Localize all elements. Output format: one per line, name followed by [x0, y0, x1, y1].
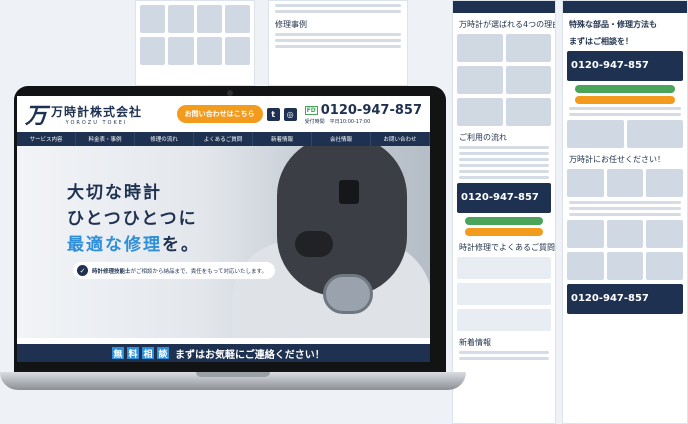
site-header: 万 万時計株式会社 YOROZU TOKEI お問い合わせはこちら t ◎ FD… [17, 96, 430, 132]
tagline-rest: がご相談から納品まで、責任をもって対応いたします。 [130, 268, 267, 275]
loupe-icon [339, 180, 359, 204]
band-text: まずはお気軽にご連絡ください！ [175, 349, 325, 361]
hero-line-3-rest: を。 [162, 235, 200, 255]
bg-page-column-3: 万時計が選ばれる4つの理由 ご利用の流れ 0120-947-857 時計修理でよ… [452, 0, 556, 424]
website-screen: 万 万時計株式会社 YOROZU TOKEI お問い合わせはこちら t ◎ FD… [17, 96, 430, 362]
bg-special-title: 特殊な部品・修理方法も [569, 20, 657, 29]
hero-tagline: ✓ 時計修理技能士がご相談から納品まで、責任をもって対応いたします。 [73, 262, 275, 279]
hero-line-1: 大切な時計 [67, 183, 162, 203]
bg-consult-title: まずはご相談を！ [569, 37, 633, 46]
watch-icon [323, 274, 373, 314]
bg-page-left [135, 0, 255, 86]
hero-photo-glove [295, 231, 333, 257]
bg-phone-banner: 0120-947-857 [457, 183, 551, 213]
bg-reasons-title: 万時計が選ばれる4つの理由 [459, 20, 556, 29]
bg-phone-banner-2: 0120-947-857 [567, 51, 683, 81]
bg-faq-title: 時計修理でよくあるご質問 [459, 243, 555, 252]
band-char-4: 談 [157, 347, 169, 360]
nav-faq[interactable]: よくあるご質問 [194, 132, 253, 146]
company-name-en: YOROZU TOKEI [65, 119, 128, 126]
freedial-icon: FD [304, 106, 318, 115]
phone-block[interactable]: FD 0120-947-857 受付時間 平日10:00-17:00 [304, 103, 422, 125]
company-name: 万時計株式会社 [51, 104, 143, 119]
instagram-icon[interactable]: ◎ [283, 107, 297, 121]
logo[interactable]: 万時計株式会社 YOROZU TOKEI [51, 103, 142, 126]
bg-news-title: 新着情報 [459, 338, 491, 347]
bg-page-mid: 修理事例 [268, 0, 408, 86]
band-char-1: 無 [112, 347, 124, 360]
bg-flow-title: ご利用の流れ [459, 133, 507, 142]
hero-line-3-highlight: 最適な修理 [67, 235, 162, 255]
laptop-base [0, 372, 466, 390]
nav-news[interactable]: 新着情報 [253, 132, 312, 146]
bg-phone-banner-3: 0120-947-857 [567, 284, 683, 314]
main-nav: サービス内容 料金表・事例 修理の流れ よくあるご質問 新着情報 会社情報 お問… [17, 132, 430, 146]
nav-flow[interactable]: 修理の流れ [135, 132, 194, 146]
business-hours: 受付時間 平日10:00-17:00 [304, 119, 371, 125]
band-char-2: 料 [127, 347, 139, 360]
contact-button[interactable]: お問い合わせはこちら [176, 105, 263, 123]
nav-company[interactable]: 会社情報 [312, 132, 371, 146]
nav-pricing[interactable]: 料金表・事例 [76, 132, 135, 146]
nav-services[interactable]: サービス内容 [17, 132, 76, 146]
hero-line-2: ひとつひとつに [67, 209, 198, 229]
tagline-bold: 時計修理技能士 [92, 268, 131, 275]
check-icon: ✓ [77, 265, 88, 276]
logo-icon[interactable]: 万 [25, 98, 47, 130]
hero-line-3: 最適な修理を。 [67, 230, 200, 255]
bg-repair-title: 修理事例 [275, 20, 307, 29]
twitter-icon[interactable]: t [266, 107, 280, 121]
phone-number: 0120-947-857 [320, 103, 422, 118]
bg-leave-title: 万時計にお任せください！ [569, 155, 665, 164]
bg-page-column-4: 特殊な部品・修理方法も まずはご相談を！ 0120-947-857 万時計にお任… [562, 0, 688, 424]
hero-section: 大切な時計 ひとつひとつに 最適な修理を。 ✓ 時計修理技能士がご相談から納品ま… [17, 146, 430, 338]
band-char-3: 相 [142, 347, 154, 360]
nav-contact[interactable]: お問い合わせ [371, 132, 430, 146]
free-consult-band[interactable]: 無 料 相 談 まずはお気軽にご連絡ください！ [17, 344, 430, 362]
